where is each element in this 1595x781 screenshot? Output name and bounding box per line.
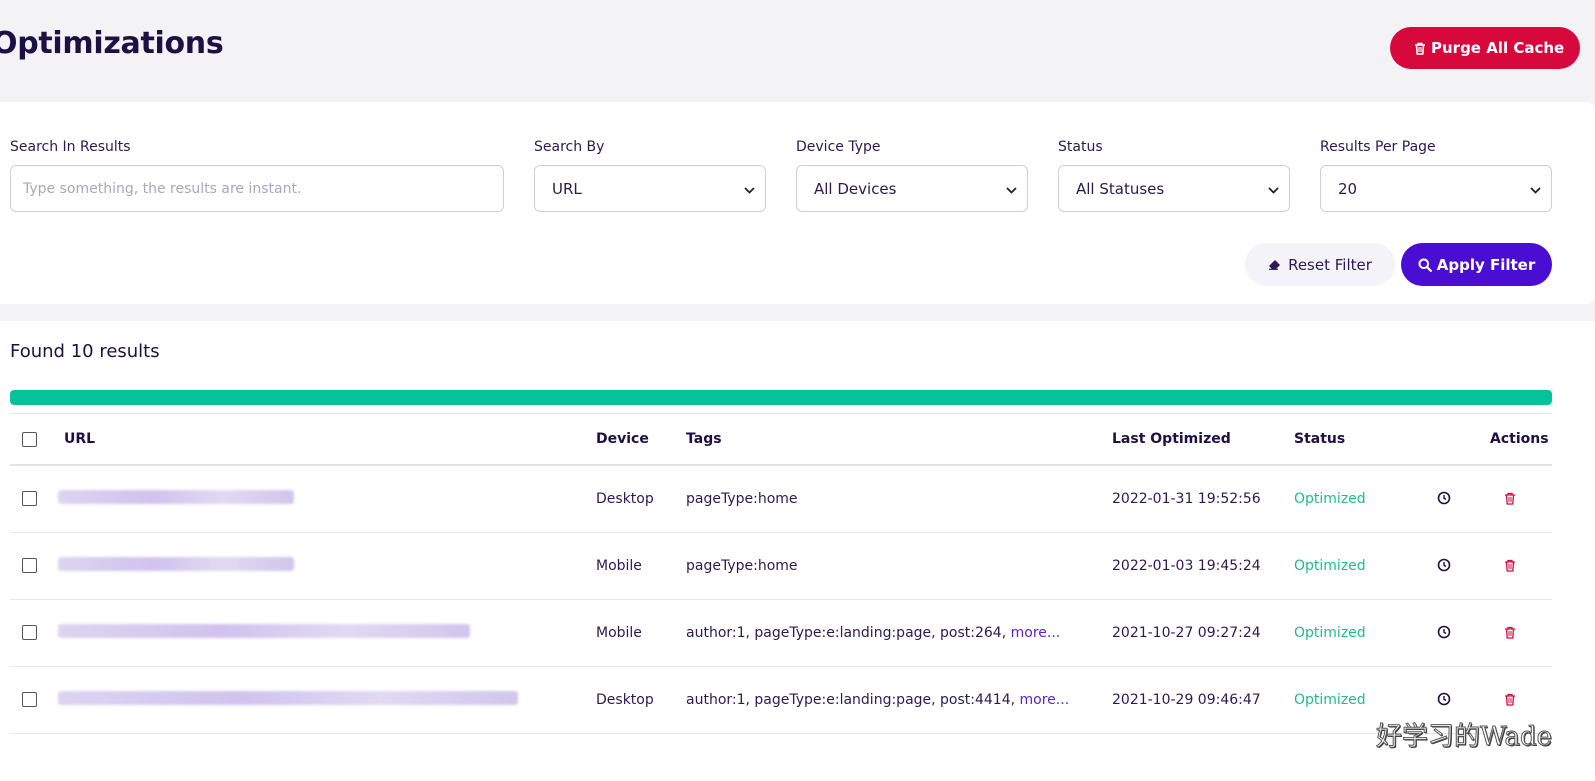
table-header: URL Device Tags Last Optimized Status Ac… [10,413,1552,466]
purge-all-cache-label: Purge All Cache [1431,39,1565,57]
results-panel: Found 10 results URL Device Tags Last Op… [0,321,1595,781]
reset-filter-label: Reset Filter [1288,255,1372,274]
chevron-down-icon [1006,180,1017,198]
apply-filter-button[interactable]: Apply Filter [1401,243,1552,286]
search-input[interactable] [10,165,504,212]
device-type-label: Device Type [796,139,881,155]
url-redacted[interactable] [58,624,470,638]
tags-text: author:1, pageType:e:landing:page, post:… [686,625,1011,641]
history-clock-icon[interactable] [1437,624,1453,640]
last-optimized-cell: 2021-10-27 09:27:24 [1112,625,1261,641]
results-table: URL Device Tags Last Optimized Status Ac… [10,413,1552,734]
status-cell: Optimized [1294,558,1366,574]
search-by-label: Search By [534,139,605,155]
progress-bar [10,390,1552,405]
status-select[interactable]: All Statuses [1058,165,1290,212]
row-checkbox[interactable] [22,491,37,506]
status-cell: Optimized [1294,625,1366,641]
status-cell: Optimized [1294,491,1366,507]
purge-all-cache-button[interactable]: Purge All Cache [1390,27,1580,69]
tags-more-link[interactable]: more... [1020,692,1070,708]
tags-text: pageType:home [686,558,798,574]
table-row: Desktop author:1, pageType:e:landing:pag… [10,667,1552,734]
chevron-down-icon [1530,180,1541,198]
last-optimized-cell: 2021-10-29 09:46:47 [1112,692,1261,708]
column-last-optimized: Last Optimized [1112,431,1231,447]
tags-text: pageType:home [686,491,798,507]
tags-cell: pageType:home [686,558,798,574]
url-redacted[interactable] [58,490,294,504]
table-row: Desktop pageType:home 2022-01-31 19:52:5… [10,466,1552,533]
results-per-page-value: 20 [1338,179,1358,198]
device-type-select[interactable]: All Devices [796,165,1028,212]
select-all-checkbox[interactable] [22,432,37,447]
reset-filter-button[interactable]: Reset Filter [1245,243,1395,286]
device-cell: Mobile [596,625,642,641]
progress-fill [10,390,1552,405]
results-per-page-label: Results Per Page [1320,139,1436,155]
chevron-down-icon [1268,180,1279,198]
table-row: Mobile author:1, pageType:e:landing:page… [10,600,1552,667]
device-cell: Mobile [596,558,642,574]
column-url: URL [64,431,96,447]
watermark: 好学习的Wade [1376,722,1553,753]
tags-cell: author:1, pageType:e:landing:page, post:… [686,692,1069,708]
url-redacted[interactable] [58,557,294,571]
apply-filter-label: Apply Filter [1436,255,1536,274]
row-checkbox[interactable] [22,692,37,707]
delete-trash-icon[interactable] [1504,624,1520,640]
table-row: Mobile pageType:home 2022-01-03 19:45:24… [10,533,1552,600]
history-clock-icon[interactable] [1437,490,1453,506]
device-type-value: All Devices [814,179,897,198]
trash-icon [1414,42,1426,55]
search-label: Search In Results [10,139,131,155]
device-cell: Desktop [596,491,654,507]
row-checkbox[interactable] [22,558,37,573]
last-optimized-cell: 2022-01-31 19:52:56 [1112,491,1261,507]
tags-cell: author:1, pageType:e:landing:page, post:… [686,625,1060,641]
tags-text: author:1, pageType:e:landing:page, post:… [686,692,1020,708]
delete-trash-icon[interactable] [1504,691,1520,707]
status-label: Status [1058,139,1103,155]
results-count: Found 10 results [10,341,160,362]
url-redacted[interactable] [58,691,518,705]
search-icon [1418,258,1432,272]
delete-trash-icon[interactable] [1504,557,1520,573]
filter-panel: Search In Results Search By URL Device T… [0,102,1595,304]
status-value: All Statuses [1076,179,1165,198]
tags-cell: pageType:home [686,491,798,507]
page-header: Optimizations Purge All Cache [0,0,1595,102]
device-cell: Desktop [596,692,654,708]
column-device: Device [596,431,649,447]
column-tags: Tags [686,431,722,447]
results-per-page-select[interactable]: 20 [1320,165,1552,212]
history-clock-icon[interactable] [1437,691,1453,707]
tags-more-link[interactable]: more... [1011,625,1061,641]
chevron-down-icon [744,180,755,198]
page-title: Optimizations [0,26,224,61]
column-status: Status [1294,431,1346,447]
delete-trash-icon[interactable] [1504,490,1520,506]
search-by-value: URL [552,179,582,198]
search-by-select[interactable]: URL [534,165,766,212]
row-checkbox[interactable] [22,625,37,640]
last-optimized-cell: 2022-01-03 19:45:24 [1112,558,1261,574]
history-clock-icon[interactable] [1437,557,1453,573]
eraser-icon [1268,259,1282,270]
column-actions: Actions [1490,431,1549,447]
status-cell: Optimized [1294,692,1366,708]
